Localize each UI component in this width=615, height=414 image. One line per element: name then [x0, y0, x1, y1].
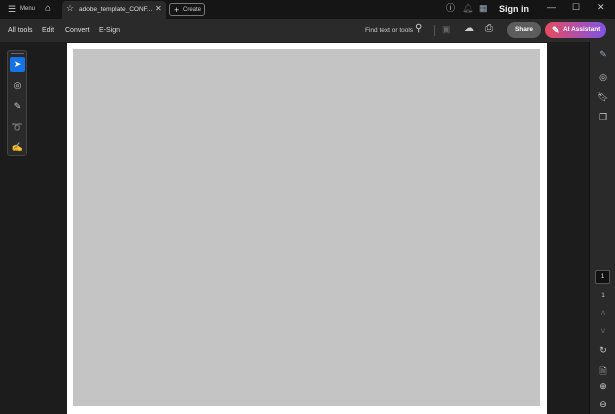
pages-icon[interactable]: ❐	[590, 112, 615, 123]
comment-tool-icon[interactable]: ◎	[10, 78, 25, 93]
zoom-out-icon[interactable]: ⊖	[590, 399, 615, 410]
menu-edit[interactable]: Edit	[42, 27, 54, 34]
upload-cloud-icon[interactable]: ☁	[464, 24, 474, 34]
find-text-input[interactable]: Find text or tools	[365, 27, 413, 34]
hamburger-menu-icon[interactable]: ☰	[8, 5, 16, 14]
menu-button[interactable]: Menu	[20, 6, 35, 12]
home-icon[interactable]: ⌂	[45, 4, 51, 14]
divider	[434, 25, 435, 36]
sign-tool-icon[interactable]: ✍	[10, 140, 25, 155]
drag-handle[interactable]	[11, 53, 24, 54]
close-tab-icon[interactable]: ✕	[155, 5, 162, 13]
maximize-icon[interactable]: ☐	[572, 3, 580, 12]
page-settings-icon[interactable]: 🗎	[590, 364, 615, 380]
print-icon[interactable]: ⎙	[485, 24, 493, 34]
tab-title: adobe_template_CONF...	[79, 6, 153, 13]
bell-icon[interactable]: 🔔︎	[462, 4, 473, 13]
comments-icon[interactable]: ◎	[590, 72, 615, 83]
menu-convert[interactable]: Convert	[65, 27, 90, 34]
zoom-in-icon[interactable]: ⊕	[590, 381, 615, 392]
select-tool-icon[interactable]: ➤	[10, 57, 25, 72]
edit-panel-icon[interactable]: ✎	[590, 49, 615, 60]
page-number-input[interactable]: 1	[595, 270, 610, 284]
save-icon[interactable]: ▣	[442, 25, 451, 34]
star-icon[interactable]: ☆	[66, 4, 74, 13]
search-icon[interactable]: ⚲	[415, 24, 422, 34]
share-button[interactable]: Share	[507, 22, 541, 38]
plus-icon: +	[174, 5, 180, 15]
next-page-icon[interactable]: ˅	[590, 326, 615, 336]
close-window-icon[interactable]: ✕	[597, 3, 605, 12]
lasso-draw-icon[interactable]: ➰	[10, 120, 25, 135]
create-label: Create	[183, 6, 202, 13]
menu-e-sign[interactable]: E-Sign	[99, 27, 120, 34]
menu-all-tools[interactable]: All tools	[8, 27, 33, 34]
create-button[interactable]: + Create	[169, 3, 205, 16]
bookmark-icon[interactable]: 🔖︎	[590, 92, 615, 103]
rotate-icon[interactable]: ↻	[590, 345, 615, 356]
ai-assistant-button[interactable]: ✎ AI Assistant	[545, 22, 606, 38]
title-bar: ☰ Menu ⌂ ☆ adobe_template_CONF... ✕ + Cr…	[0, 0, 615, 19]
previous-page-icon[interactable]: ˄	[590, 308, 615, 318]
minimize-icon[interactable]: —	[547, 3, 556, 12]
ai-assistant-label: AI Assistant	[563, 26, 601, 33]
page-content-image	[73, 49, 540, 406]
right-rail: ✎ ◎ 🔖︎ ❐ 1 1 ˄ ˅ ↻ 🗎 ⊕ ⊖	[589, 42, 615, 414]
apps-grid-icon[interactable]: ▦	[479, 4, 488, 13]
document-tab[interactable]: ☆ adobe_template_CONF... ✕	[62, 1, 166, 19]
quick-tools-panel: ➤ ◎ ✎ ➰ ✍	[7, 50, 27, 156]
highlight-pen-icon[interactable]: ✎	[10, 99, 25, 114]
help-icon[interactable]: ⓘ	[446, 4, 455, 13]
ai-assistant-icon: ✎	[552, 25, 560, 35]
page-total: 1	[601, 292, 605, 299]
sign-in-button[interactable]: Sign in	[499, 4, 529, 14]
